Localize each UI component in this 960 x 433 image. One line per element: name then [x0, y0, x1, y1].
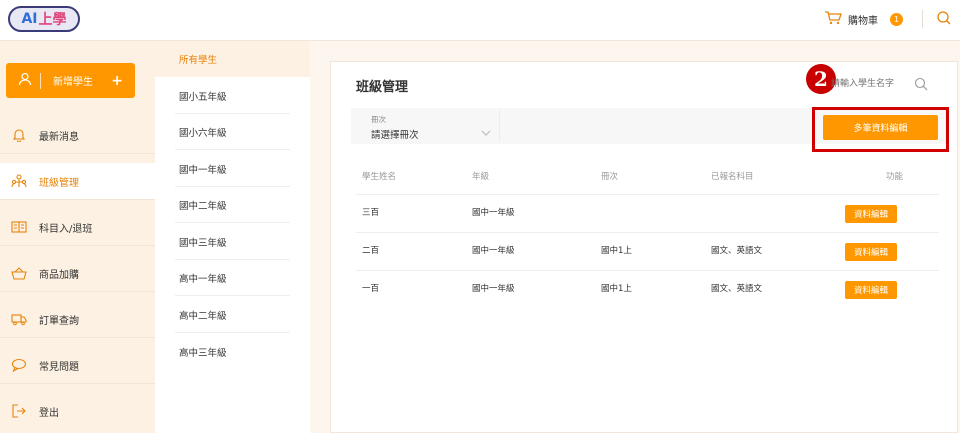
- page-title: 班級管理: [356, 80, 409, 95]
- volume-select-label: 冊次: [371, 115, 386, 124]
- grade-item[interactable]: 高中一年級: [155, 260, 310, 296]
- grade-item[interactable]: 高中三年級: [155, 334, 310, 370]
- cell-subjects: 國文、英語文: [711, 284, 763, 294]
- search-icon[interactable]: [914, 76, 928, 95]
- logo-rest-text: 上學: [38, 12, 67, 28]
- sidebar-item-faq[interactable]: 常見問題: [0, 347, 155, 384]
- cart-icon: [824, 11, 842, 28]
- cart-label: 購物車: [848, 16, 878, 27]
- grade-label: 國小六年級: [179, 128, 227, 139]
- edit-data-button[interactable]: 資料編輯: [845, 243, 897, 261]
- grade-label: 國中三年級: [179, 238, 227, 249]
- cell-grade: 國中一年級: [472, 208, 515, 218]
- edit-data-button[interactable]: 資料編輯: [845, 205, 897, 223]
- cell-name: 二百: [362, 246, 380, 256]
- volume-select-value: 請選擇冊次: [371, 130, 419, 141]
- class-group-icon: [11, 174, 27, 188]
- grade-label: 國小五年級: [179, 92, 227, 103]
- cell-grade: 國中一年級: [472, 246, 515, 256]
- logout-icon: [11, 404, 27, 418]
- column-header: 功能: [886, 172, 904, 182]
- sidebar-item-label: 訂單查詢: [39, 315, 79, 327]
- logo-ai-text: AI: [21, 11, 38, 27]
- basket-icon: [11, 266, 27, 280]
- sidebar: 新增學生 + 最新消息 班級管理 科目入/退班 商品加購 訂單查詢 常見問題 登…: [0, 41, 155, 433]
- sidebar-item-order-query[interactable]: 訂單查詢: [0, 301, 155, 338]
- sidebar-item-news[interactable]: 最新消息: [0, 117, 155, 154]
- grade-label: 所有學生: [179, 55, 218, 66]
- grade-label: 高中一年級: [179, 274, 227, 285]
- sidebar-item-add-on-purchase[interactable]: 商品加購: [0, 255, 155, 292]
- column-header: 年級: [472, 172, 490, 182]
- sidebar-item-label: 登出: [39, 407, 59, 419]
- column-header: 冊次: [601, 172, 619, 182]
- add-student-button[interactable]: 新增學生 +: [6, 63, 135, 98]
- cell-subjects: 國文、英語文: [711, 246, 763, 256]
- grade-label: 國中一年級: [179, 165, 227, 176]
- truck-icon: [11, 312, 27, 326]
- cell-name: 三百: [362, 208, 380, 218]
- annotation-highlight-box: [812, 107, 949, 152]
- edit-data-button[interactable]: 資料編輯: [845, 281, 897, 299]
- grade-item[interactable]: 國中一年級: [155, 151, 310, 187]
- cell-volume: 國中1上: [601, 284, 632, 294]
- search-icon[interactable]: [936, 10, 952, 30]
- cell-volume: 國中1上: [601, 246, 632, 256]
- grade-label: 高中二年級: [179, 311, 227, 322]
- button-separator: [40, 72, 41, 89]
- cell-grade: 國中一年級: [472, 284, 515, 294]
- sidebar-item-subject-enroll[interactable]: 科目入/退班: [0, 209, 155, 246]
- grade-label: 高中三年級: [179, 348, 227, 359]
- table-row: 二百 國中一年級 國中1上 國文、英語文 資料編輯: [356, 232, 939, 270]
- sidebar-item-label: 常見問題: [39, 361, 79, 373]
- cart-link[interactable]: 購物車 1: [824, 11, 903, 28]
- sidebar-item-logout[interactable]: 登出: [0, 393, 155, 429]
- grade-item[interactable]: 國小五年級: [155, 78, 310, 114]
- grade-list: 所有學生 國小五年級 國小六年級 國中一年級 國中二年級 國中三年級 高中一年級…: [155, 41, 310, 433]
- grade-label: 國中二年級: [179, 201, 227, 212]
- top-bar: AI 上學 購物車 1: [0, 0, 960, 41]
- table-row: 三百 國中一年級 資料編輯: [356, 194, 939, 232]
- grade-item[interactable]: 國小六年級: [155, 114, 310, 150]
- book-icon: [11, 220, 27, 234]
- volume-select[interactable]: 冊次 請選擇冊次: [357, 110, 500, 142]
- table-row: 一百 國中一年級 國中1上 國文、英語文 資料編輯: [356, 270, 939, 308]
- grade-item[interactable]: 高中二年級: [155, 297, 310, 333]
- chat-bubble-icon: [11, 358, 27, 372]
- user-icon: [18, 72, 32, 89]
- bell-icon: [11, 128, 27, 142]
- chevron-down-icon: [481, 122, 491, 141]
- sidebar-item-class-management[interactable]: 班級管理: [0, 163, 155, 200]
- column-header: 已報名科目: [711, 172, 754, 182]
- app-logo[interactable]: AI 上學: [8, 6, 80, 32]
- cell-name: 一百: [362, 284, 380, 294]
- sidebar-item-label: 班級管理: [39, 177, 79, 189]
- plus-icon: +: [111, 72, 123, 89]
- top-divider: [922, 10, 923, 28]
- cart-count-badge: 1: [890, 13, 903, 26]
- column-header: 學生姓名: [362, 172, 397, 182]
- grade-item[interactable]: 國中三年級: [155, 224, 310, 260]
- add-student-label: 新增學生: [53, 77, 93, 88]
- sidebar-item-label: 最新消息: [39, 131, 79, 143]
- sidebar-item-label: 科目入/退班: [39, 223, 93, 235]
- sidebar-item-label: 商品加購: [39, 269, 79, 281]
- grade-item-all[interactable]: 所有學生: [155, 41, 310, 77]
- grade-item[interactable]: 國中二年級: [155, 187, 310, 223]
- class-management-panel: 班級管理 2 冊次 請選擇冊次 多筆資料編輯 學生姓名 年級 冊次 已報名科目 …: [330, 61, 958, 433]
